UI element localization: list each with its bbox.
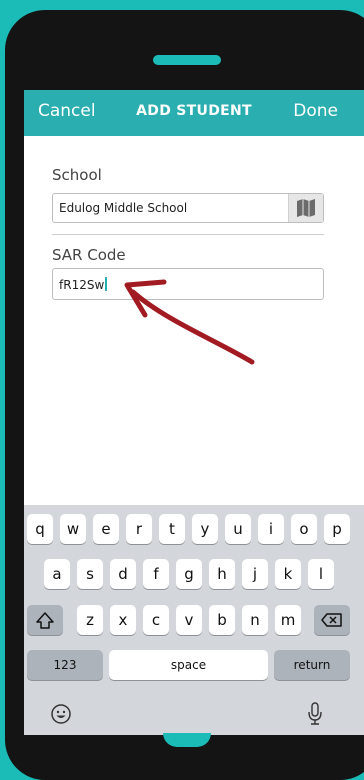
key-y[interactable]: y	[192, 514, 218, 544]
emoji-icon[interactable]	[50, 703, 72, 725]
key-j[interactable]: j	[242, 559, 268, 589]
key-q[interactable]: q	[27, 514, 53, 544]
key-b[interactable]: b	[209, 605, 235, 635]
key-m[interactable]: m	[275, 605, 301, 635]
key-t[interactable]: t	[159, 514, 185, 544]
key-z[interactable]: z	[77, 605, 103, 635]
shift-icon	[36, 612, 54, 629]
key-f[interactable]: f	[143, 559, 169, 589]
microphone-icon[interactable]	[306, 701, 324, 727]
key-c[interactable]: c	[143, 605, 169, 635]
key-r[interactable]: r	[126, 514, 152, 544]
key-l[interactable]: l	[308, 559, 334, 589]
key-k[interactable]: k	[275, 559, 301, 589]
key-e[interactable]: e	[93, 514, 119, 544]
delete-key[interactable]	[314, 605, 350, 635]
key-a[interactable]: a	[44, 559, 70, 589]
numbers-key[interactable]: 123	[27, 650, 103, 680]
key-n[interactable]: n	[242, 605, 268, 635]
space-key[interactable]: space	[109, 650, 268, 680]
key-h[interactable]: h	[209, 559, 235, 589]
home-indicator	[163, 733, 211, 747]
shift-key[interactable]	[27, 605, 63, 635]
key-g[interactable]: g	[176, 559, 202, 589]
key-x[interactable]: x	[110, 605, 136, 635]
key-p[interactable]: p	[324, 514, 350, 544]
key-d[interactable]: d	[110, 559, 136, 589]
key-i[interactable]: i	[258, 514, 284, 544]
return-key[interactable]: return	[274, 650, 350, 680]
key-u[interactable]: u	[225, 514, 251, 544]
key-v[interactable]: v	[176, 605, 202, 635]
key-w[interactable]: w	[60, 514, 86, 544]
backspace-icon	[321, 613, 342, 627]
key-o[interactable]: o	[291, 514, 317, 544]
key-s[interactable]: s	[77, 559, 103, 589]
